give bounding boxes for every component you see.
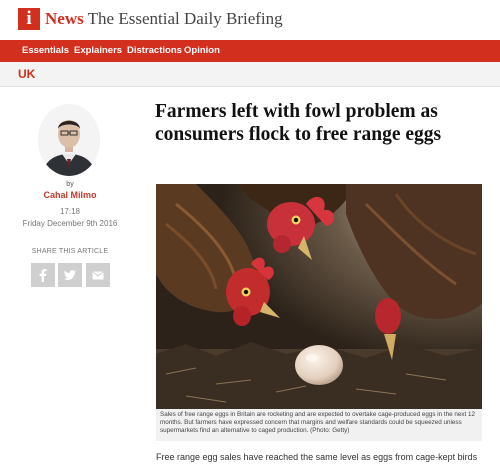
author-avatar[interactable]	[38, 104, 100, 176]
site-brand[interactable]: News The Essential Daily Briefing	[45, 9, 283, 29]
author-portrait	[38, 104, 100, 176]
share-label: SHARE THIS ARTICLE	[31, 248, 109, 255]
section-label[interactable]: UK	[18, 67, 35, 81]
share-facebook-button[interactable]	[31, 263, 55, 287]
nav-item-explainers[interactable]: Explainers	[74, 40, 122, 62]
brand-news: News	[45, 9, 84, 28]
share-email-button[interactable]	[86, 263, 110, 287]
publish-date: Friday December 9th 2016	[22, 219, 118, 228]
main-nav: Essentials Explainers Distractions Opini…	[0, 40, 500, 62]
nav-item-opinion[interactable]: Opinion	[184, 40, 220, 62]
site-logo[interactable]: i	[18, 8, 40, 30]
nav-item-essentials[interactable]: Essentials	[22, 40, 69, 62]
article-hero-image[interactable]	[156, 184, 482, 409]
brand-tagline: The Essential Daily Briefing	[87, 9, 283, 28]
publish-time: 17:18	[59, 207, 81, 216]
article-headline: Farmers left with fowl problem as consum…	[155, 101, 442, 145]
share-twitter-button[interactable]	[58, 263, 82, 287]
author-name-link[interactable]: Cahal Milmo	[0, 190, 140, 200]
article-body-first-line: Free range egg sales have reached the sa…	[156, 452, 478, 462]
twitter-icon	[63, 270, 76, 280]
nav-item-distractions[interactable]: Distractions	[127, 40, 182, 62]
section-bar: UK	[0, 62, 500, 87]
hens-egg-photo	[156, 184, 482, 409]
email-icon	[92, 271, 104, 280]
facebook-icon	[39, 269, 47, 282]
image-caption: Sales of free range eggs in Britain are …	[156, 409, 482, 441]
byline-prefix: by	[66, 181, 74, 188]
site-header: i News The Essential Daily Briefing	[0, 0, 500, 40]
